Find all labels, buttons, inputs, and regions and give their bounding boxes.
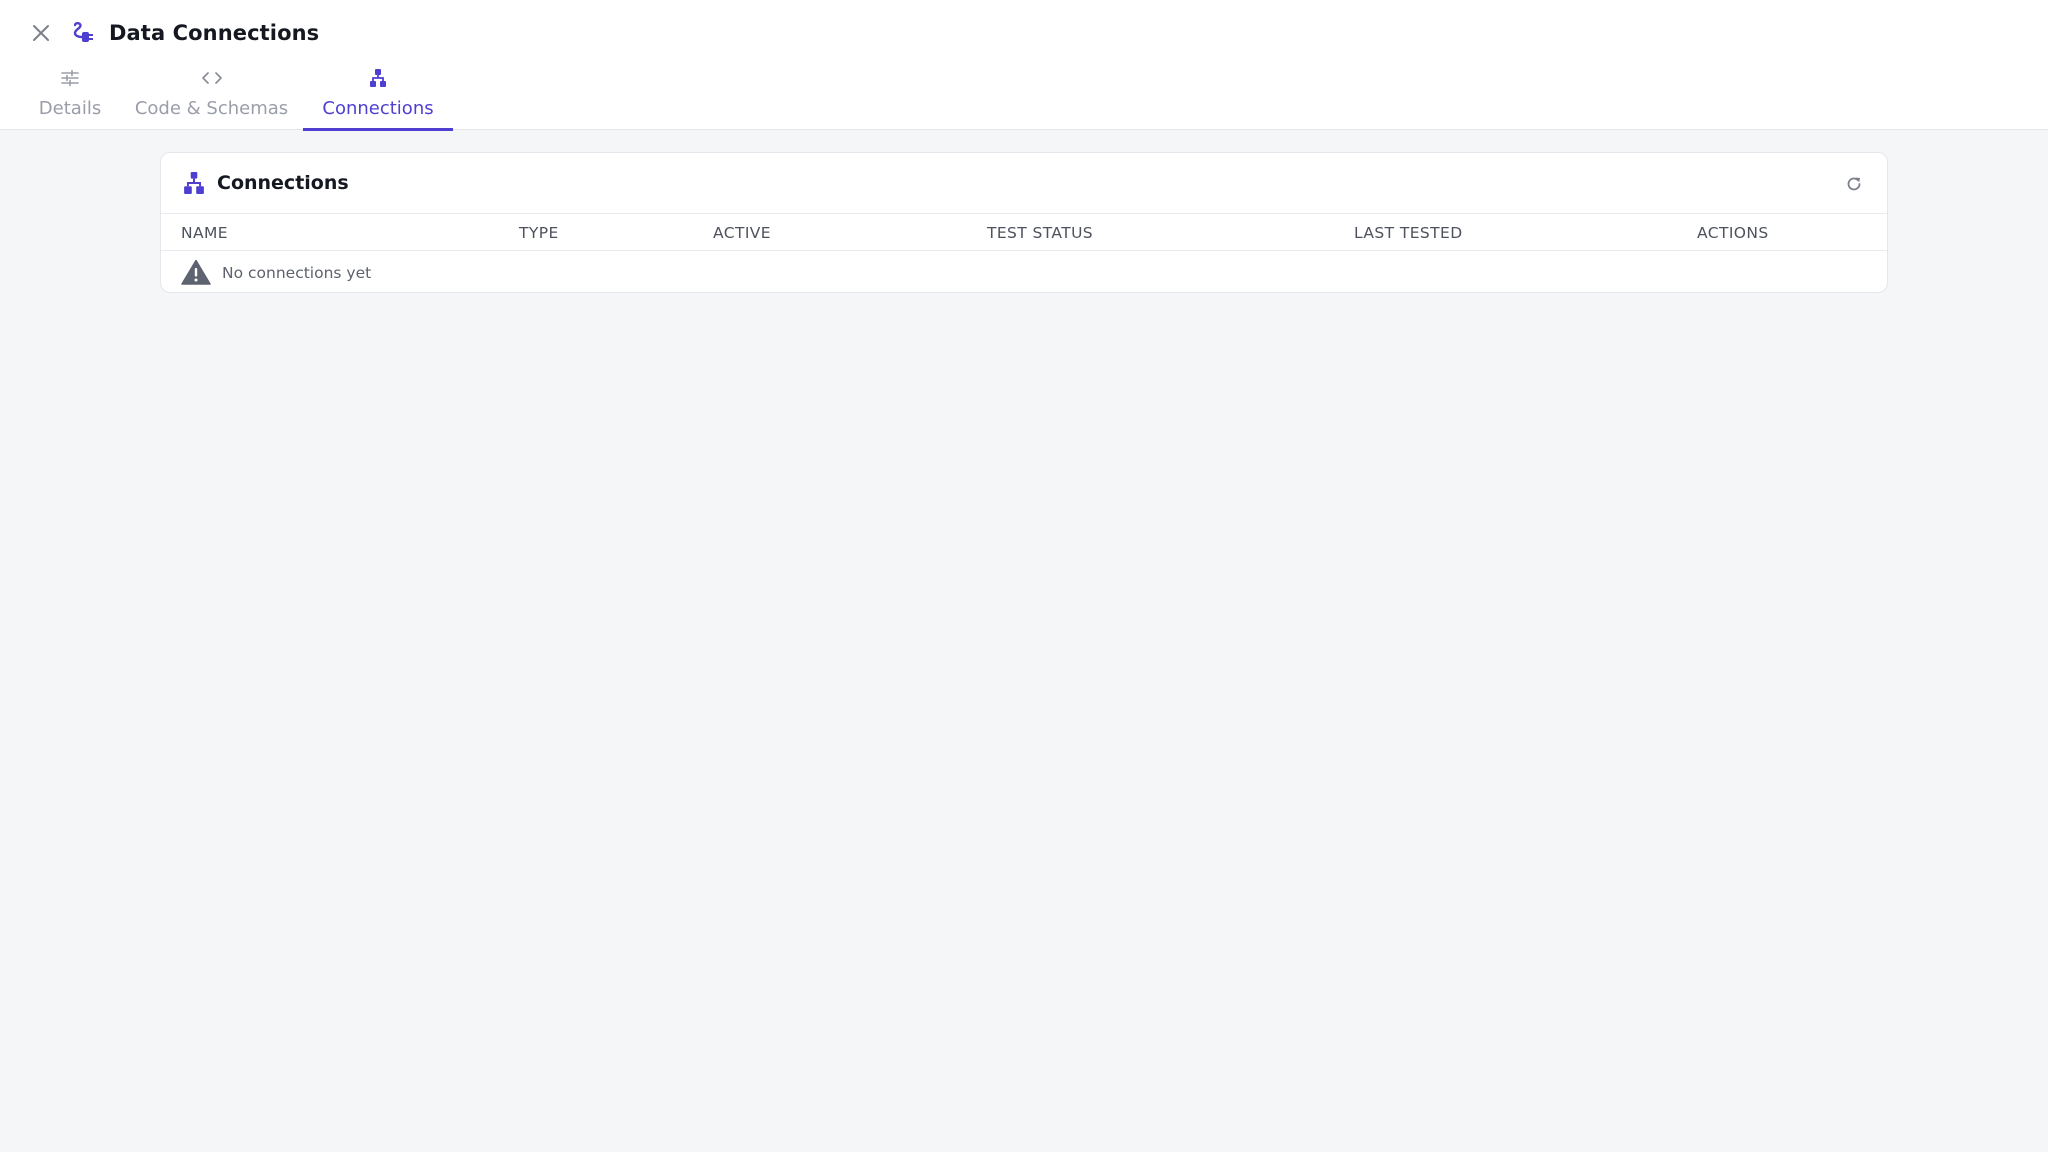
- card-header: Connections: [161, 153, 1887, 214]
- hierarchy-icon: [184, 172, 204, 194]
- tab-label: Code & Schemas: [134, 98, 289, 119]
- refresh-button[interactable]: [1843, 173, 1865, 195]
- card-title: Connections: [217, 172, 349, 194]
- top-bar: Data Connections Details Code & Schemas …: [0, 0, 2048, 131]
- close-icon[interactable]: [31, 23, 51, 43]
- column-header-name[interactable]: NAME: [181, 223, 228, 243]
- plug-icon: [73, 21, 93, 42]
- tab-connections[interactable]: Connections: [303, 64, 453, 131]
- empty-state-row: No connections yet: [161, 251, 1887, 292]
- column-header-active[interactable]: ACTIVE: [713, 223, 771, 243]
- refresh-icon[interactable]: [1845, 175, 1863, 193]
- column-header-actions: ACTIONS: [1697, 224, 1769, 242]
- table-header: NAME TYPE ACTIVE TEST STATUS LAST TESTED…: [161, 214, 1887, 251]
- close-button[interactable]: [26, 18, 56, 48]
- hierarchy-icon: [368, 66, 388, 90]
- column-header-last-tested[interactable]: LAST TESTED: [1354, 223, 1463, 243]
- column-header-test-status[interactable]: TEST STATUS: [987, 223, 1093, 243]
- empty-state-message: No connections yet: [222, 264, 372, 282]
- page-title: Data Connections: [109, 21, 320, 45]
- warning-icon: [181, 259, 211, 285]
- sliders-icon: [60, 66, 80, 90]
- tab-code-schemas[interactable]: Code & Schemas: [134, 64, 289, 130]
- connections-card: Connections NAME TYPE ACTIVE TEST STATUS…: [160, 152, 1888, 293]
- tab-label: Connections: [322, 98, 434, 119]
- tab-label: Details: [38, 98, 102, 119]
- column-header-type[interactable]: TYPE: [519, 223, 559, 243]
- code-icon: [201, 66, 223, 90]
- tab-details[interactable]: Details: [38, 64, 102, 130]
